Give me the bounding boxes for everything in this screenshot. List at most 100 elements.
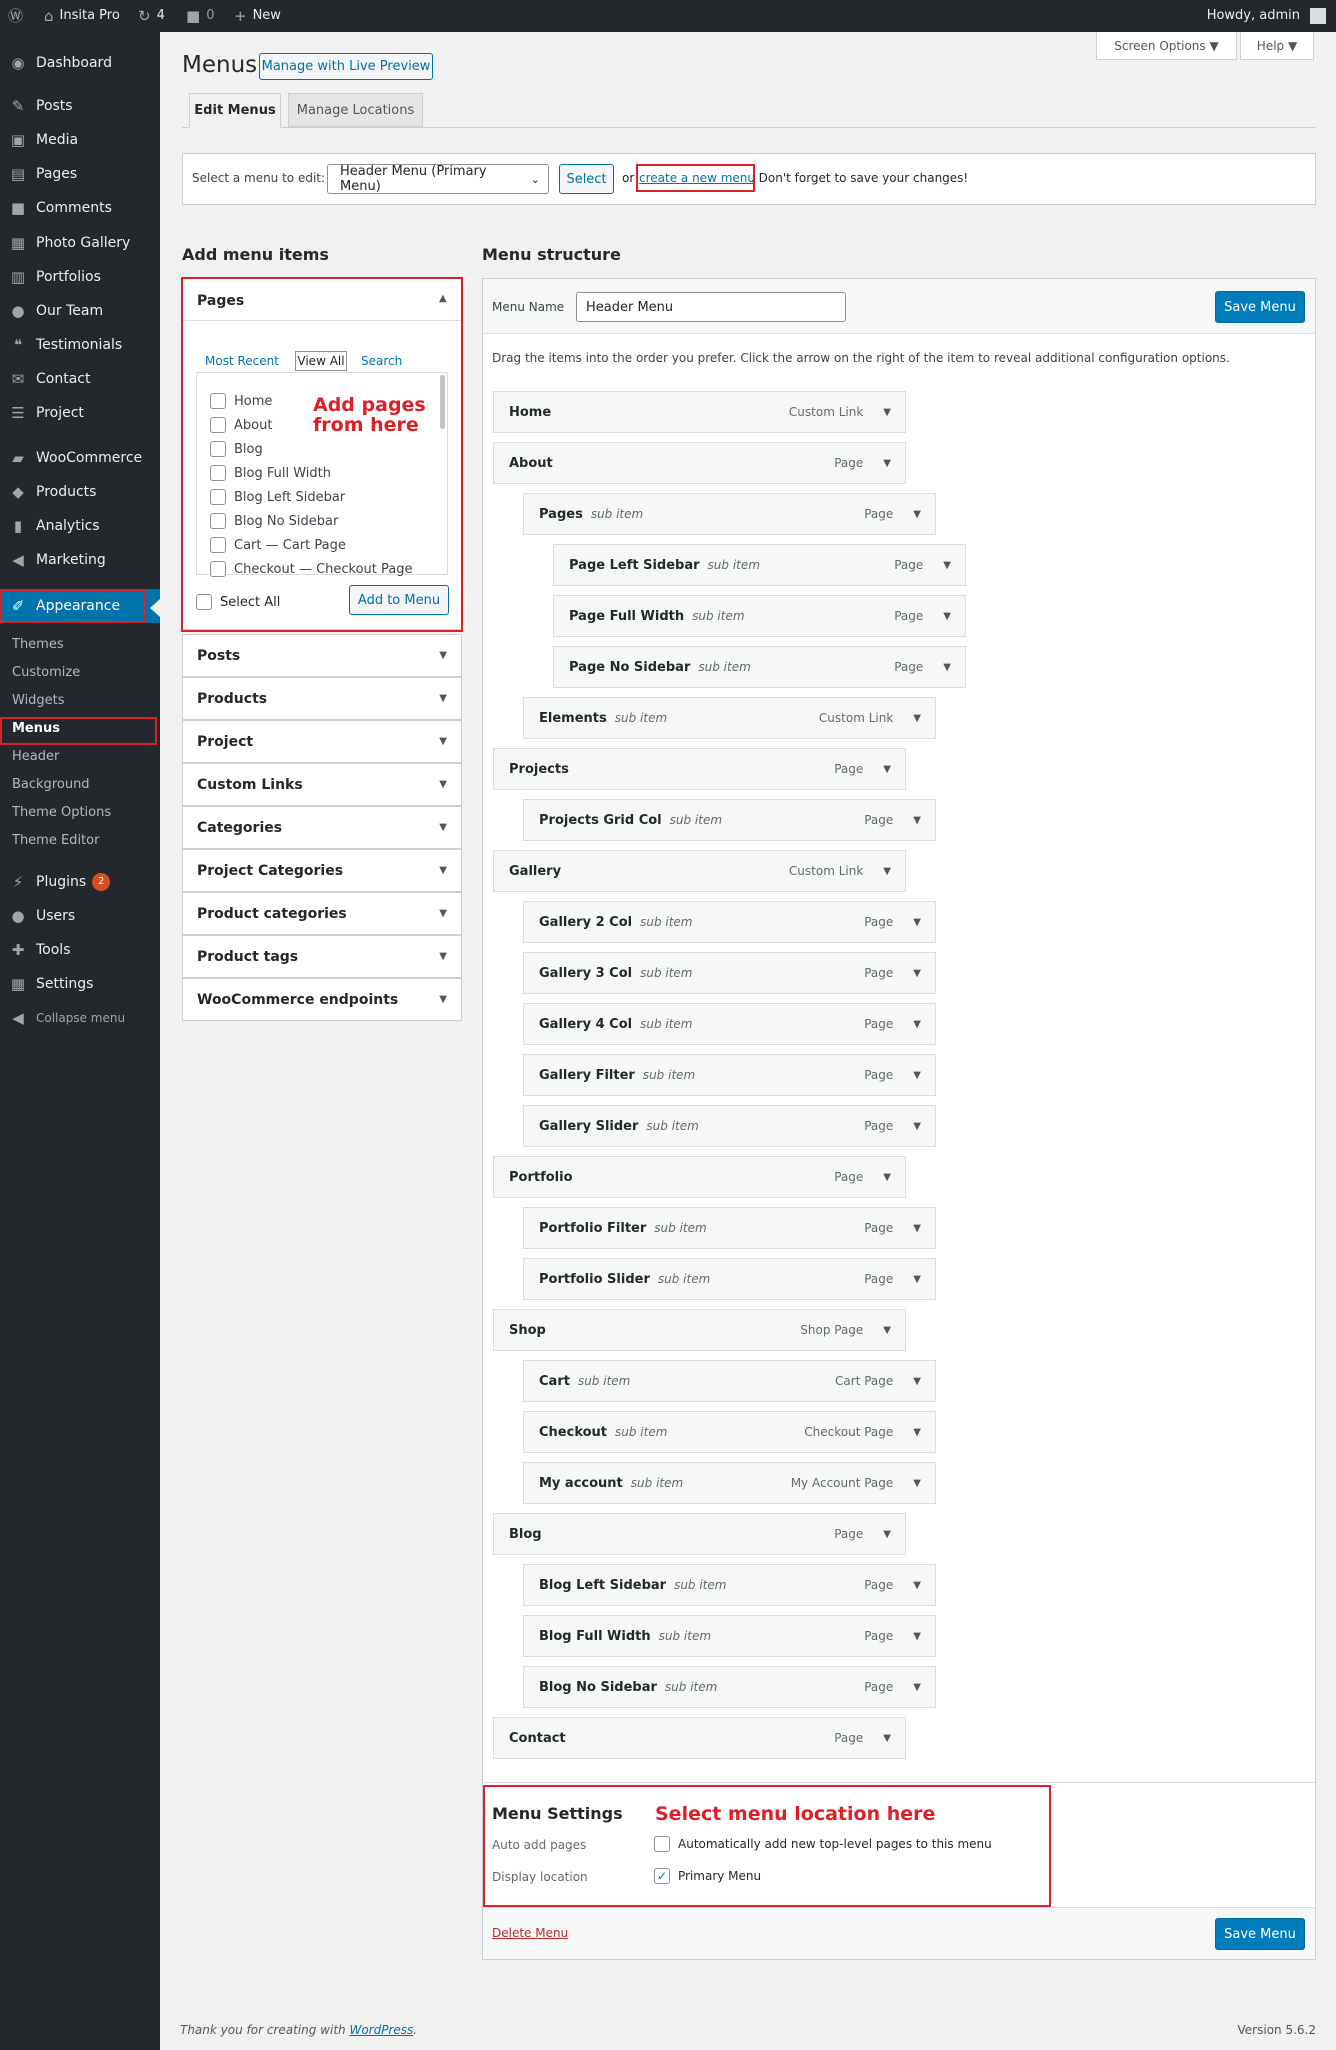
sidebar-item-photo-gallery[interactable]: ▦ Photo Gallery	[0, 226, 160, 260]
sidebar-item-woocommerce[interactable]: ▰ WooCommerce	[0, 441, 160, 475]
chevron-down-icon[interactable]: ▼	[913, 1019, 921, 1030]
chevron-down-icon[interactable]: ▼	[943, 560, 951, 571]
tab-manage-locations[interactable]: Manage Locations	[288, 93, 423, 127]
page-checkbox-item[interactable]: Blog	[210, 437, 263, 461]
menu-select-dropdown[interactable]: Header Menu (Primary Menu) ⌄	[327, 164, 549, 194]
chevron-down-icon[interactable]: ▼	[883, 1529, 891, 1540]
sidebar-item-collapse-menu[interactable]: ◀ Collapse menu	[0, 1001, 160, 1035]
menu-item-elements[interactable]: Elements sub item Custom Link ▼	[523, 697, 936, 739]
live-preview-button[interactable]: Manage with Live Preview	[259, 53, 433, 80]
sidebar-sub-widgets[interactable]: Widgets	[0, 687, 160, 715]
chevron-down-icon[interactable]: ▼	[913, 1580, 921, 1591]
accordion-product-tags[interactable]: Product tags ▼	[182, 935, 462, 978]
sidebar-item-portfolios[interactable]: ▥ Portfolios	[0, 260, 160, 294]
sidebar-item-dashboard[interactable]: ◉ Dashboard	[0, 46, 160, 80]
checkbox-checked[interactable]: ✓	[654, 1868, 670, 1884]
chevron-down-icon[interactable]: ▼	[883, 866, 891, 877]
comments-link[interactable]: ■ 0	[186, 0, 214, 32]
menu-item-shop[interactable]: Shop Shop Page ▼	[493, 1309, 906, 1351]
accordion-project-categories[interactable]: Project Categories ▼	[182, 849, 462, 892]
accordion-project[interactable]: Project ▼	[182, 720, 462, 763]
menu-item-projects[interactable]: Projects Page ▼	[493, 748, 906, 790]
menu-item-gallery[interactable]: Gallery Custom Link ▼	[493, 850, 906, 892]
menu-item-page-left-sidebar[interactable]: Page Left Sidebar sub item Page ▼	[553, 544, 966, 586]
chevron-down-icon[interactable]: ▼	[883, 1325, 891, 1336]
chevron-up-icon[interactable]: ▲	[439, 293, 447, 304]
chevron-down-icon[interactable]: ▼	[883, 1733, 891, 1744]
menu-item-gallery-2-col[interactable]: Gallery 2 Col sub item Page ▼	[523, 901, 936, 943]
menu-item-gallery-4-col[interactable]: Gallery 4 Col sub item Page ▼	[523, 1003, 936, 1045]
page-checkbox-item[interactable]: Blog Full Width	[210, 461, 331, 485]
sidebar-item-products[interactable]: ◆ Products	[0, 475, 160, 509]
accordion-custom-links[interactable]: Custom Links ▼	[182, 763, 462, 806]
sidebar-item-comments[interactable]: ■ Comments	[0, 191, 160, 225]
page-checkbox-item[interactable]: Home	[210, 389, 272, 413]
menu-item-gallery-slider[interactable]: Gallery Slider sub item Page ▼	[523, 1105, 936, 1147]
menu-item-portfolio-slider[interactable]: Portfolio Slider sub item Page ▼	[523, 1258, 936, 1300]
select-all-checkbox[interactable]: Select All	[196, 594, 280, 610]
menu-item-page-full-width[interactable]: Page Full Width sub item Page ▼	[553, 595, 966, 637]
sidebar-item-media[interactable]: ▣ Media	[0, 123, 160, 157]
menu-item-portfolio-filter[interactable]: Portfolio Filter sub item Page ▼	[523, 1207, 936, 1249]
sidebar-sub-customize[interactable]: Customize	[0, 659, 160, 687]
checkbox[interactable]	[654, 1836, 670, 1852]
chevron-down-icon[interactable]: ▼	[913, 1376, 921, 1387]
page-checkbox-item[interactable]: Checkout — Checkout Page	[210, 557, 413, 581]
chevron-down-icon[interactable]: ▼	[913, 509, 921, 520]
select-button[interactable]: Select	[559, 164, 614, 194]
updates-link[interactable]: ↻ 4	[138, 0, 165, 32]
menu-item-my-account[interactable]: My account sub item My Account Page ▼	[523, 1462, 936, 1504]
chevron-down-icon[interactable]: ▼	[883, 764, 891, 775]
sidebar-item-users[interactable]: ● Users	[0, 899, 160, 933]
sidebar-item-analytics[interactable]: ▮ Analytics	[0, 509, 160, 543]
sidebar-item-pages[interactable]: ▤ Pages	[0, 157, 160, 191]
sidebar-item-plugins[interactable]: ⚡ Plugins 2	[0, 865, 160, 899]
page-checkbox-item[interactable]: About	[210, 413, 272, 437]
checkbox[interactable]	[210, 561, 226, 577]
sidebar-item-marketing[interactable]: ◀ Marketing	[0, 543, 160, 577]
chevron-down-icon[interactable]: ▼	[883, 407, 891, 418]
menu-item-page-no-sidebar[interactable]: Page No Sidebar sub item Page ▼	[553, 646, 966, 688]
chevron-down-icon[interactable]: ▼	[913, 1070, 921, 1081]
sidebar-sub-header[interactable]: Header	[0, 743, 160, 771]
menu-item-blog-full-width[interactable]: Blog Full Width sub item Page ▼	[523, 1615, 936, 1657]
sidebar-item-settings[interactable]: ▦ Settings	[0, 967, 160, 1001]
auto-add-pages-checkbox[interactable]: Automatically add new top-level pages to…	[654, 1836, 992, 1852]
sidebar-sub-theme-options[interactable]: Theme Options	[0, 799, 160, 827]
accordion-posts[interactable]: Posts ▼	[182, 634, 462, 677]
pages-section-title[interactable]: Pages	[197, 293, 244, 309]
chevron-down-icon[interactable]: ▼	[913, 1223, 921, 1234]
sidebar-item-project[interactable]: ☰ Project	[0, 396, 160, 430]
tab-most-recent[interactable]: Most Recent	[205, 354, 279, 368]
menu-item-portfolio[interactable]: Portfolio Page ▼	[493, 1156, 906, 1198]
chevron-down-icon[interactable]: ▼	[943, 662, 951, 673]
checklist-scrollbar[interactable]	[440, 375, 445, 429]
menu-item-home[interactable]: Home Custom Link ▼	[493, 391, 906, 433]
menu-item-gallery-filter[interactable]: Gallery Filter sub item Page ▼	[523, 1054, 936, 1096]
sidebar-sub-background[interactable]: Background	[0, 771, 160, 799]
chevron-down-icon[interactable]: ▼	[913, 815, 921, 826]
checkbox[interactable]	[210, 489, 226, 505]
sidebar-sub-theme-editor[interactable]: Theme Editor	[0, 827, 160, 855]
tab-view-all[interactable]: View All	[295, 351, 347, 371]
sidebar-sub-menus[interactable]: Menus	[0, 715, 160, 743]
create-new-menu-link[interactable]: create a new menu	[639, 171, 755, 185]
chevron-down-icon[interactable]: ▼	[913, 1682, 921, 1693]
accordion-products[interactable]: Products ▼	[182, 677, 462, 720]
delete-menu-link[interactable]: Delete Menu	[492, 1926, 568, 1940]
sidebar-item-our-team[interactable]: ● Our Team	[0, 294, 160, 328]
save-menu-button-bottom[interactable]: Save Menu	[1215, 1918, 1305, 1950]
chevron-down-icon[interactable]: ▼	[913, 917, 921, 928]
checkbox[interactable]	[210, 465, 226, 481]
chevron-down-icon[interactable]: ▼	[913, 1121, 921, 1132]
checkbox[interactable]	[210, 513, 226, 529]
sidebar-item-testimonials[interactable]: ❝ Testimonials	[0, 328, 160, 362]
new-content-link[interactable]: + New	[234, 0, 281, 32]
chevron-down-icon[interactable]: ▼	[943, 611, 951, 622]
checkbox[interactable]	[196, 594, 212, 610]
chevron-down-icon[interactable]: ▼	[913, 968, 921, 979]
chevron-down-icon[interactable]: ▼	[883, 1172, 891, 1183]
checkbox[interactable]	[210, 441, 226, 457]
accordion-categories[interactable]: Categories ▼	[182, 806, 462, 849]
chevron-down-icon[interactable]: ▼	[883, 458, 891, 469]
